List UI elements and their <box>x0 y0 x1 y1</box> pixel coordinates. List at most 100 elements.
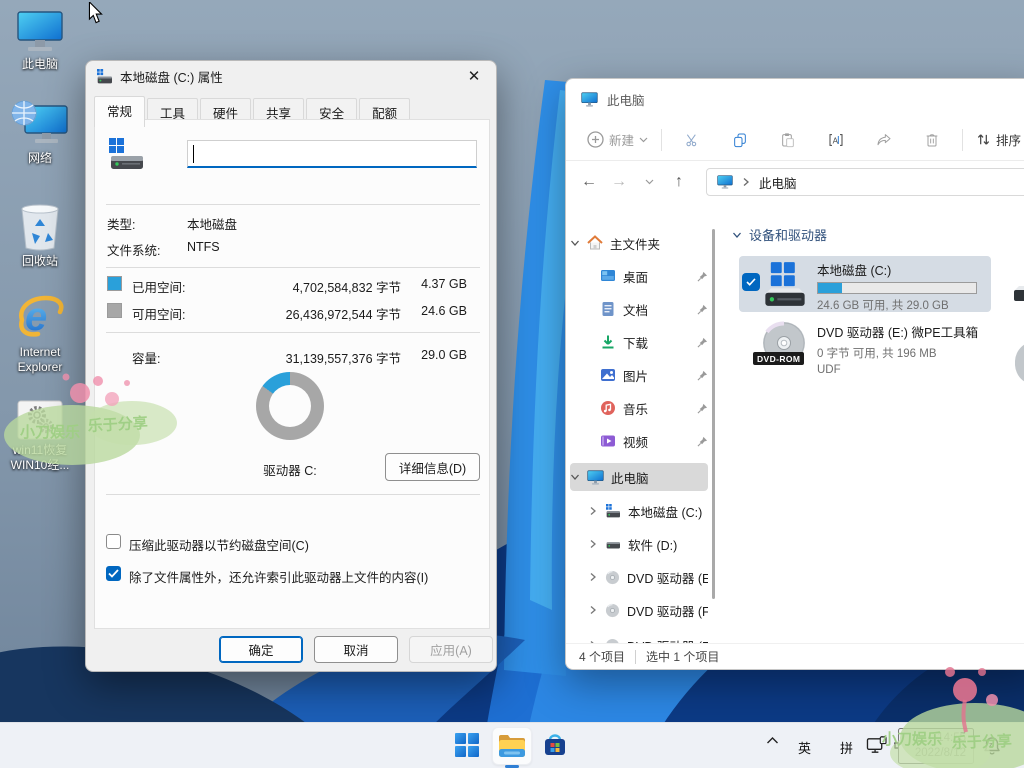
up-icon[interactable]: ↑ <box>664 172 694 192</box>
tile-checkbox[interactable] <box>742 273 760 291</box>
sidebar-item-drive-c[interactable]: 本地磁盘 (C:) <box>570 497 708 525</box>
network-tray-icon[interactable] <box>866 736 887 755</box>
index-checkbox[interactable] <box>106 566 121 581</box>
desktop-icon-network[interactable]: 网络 <box>0 100 80 166</box>
tray-chevron-up-icon[interactable] <box>760 735 785 746</box>
drive-icon <box>96 69 113 84</box>
videos-icon <box>600 433 616 449</box>
copy-button[interactable] <box>726 126 754 154</box>
drive-details: 0 字节 可用, 共 196 MB <box>817 345 978 361</box>
type-label: 类型: <box>107 214 135 233</box>
capacity-size: 29.0 GB <box>407 348 467 362</box>
document-icon <box>600 301 616 317</box>
desktop-icon-win11-restore[interactable]: win11恢复 WIN10经... <box>0 400 80 473</box>
chevron-right-icon[interactable] <box>588 605 598 615</box>
pin-icon <box>697 271 708 282</box>
notification-bell-icon[interactable]: z <box>982 736 1002 756</box>
desktop-icon-internet-explorer[interactable]: e Internet Explorer <box>0 290 80 375</box>
chevron-down-icon[interactable] <box>570 472 580 482</box>
new-button[interactable]: 新建 <box>580 125 655 154</box>
divider <box>661 129 662 151</box>
sidebar-item-label: 文档 <box>623 300 690 319</box>
sidebar-item-dvd-e[interactable]: DVD 驱动器 (E <box>570 563 708 591</box>
chevron-right-icon <box>741 177 751 187</box>
breadcrumb[interactable]: 此电脑 <box>759 173 797 192</box>
details-button[interactable]: 详细信息(D) <box>385 453 480 481</box>
start-button[interactable] <box>453 731 481 759</box>
close-icon[interactable]: ✕ <box>452 61 496 91</box>
share-button[interactable] <box>870 126 898 154</box>
tab-general[interactable]: 常规 <box>94 96 145 127</box>
sidebar-item-documents[interactable]: 文档 <box>570 295 708 323</box>
divider <box>106 494 480 495</box>
pin-icon <box>697 403 708 414</box>
capacity-bytes: 31,139,557,376 字节 <box>255 348 401 367</box>
file-explorer-icon <box>498 733 526 759</box>
chevron-down-icon <box>639 137 648 143</box>
sidebar-item-desktop[interactable]: 桌面 <box>570 262 708 290</box>
sidebar-item-videos[interactable]: 视频 <box>570 427 708 455</box>
volume-label-input[interactable] <box>187 140 477 168</box>
desktop-icon-recycle-bin[interactable]: 回收站 <box>0 203 80 269</box>
forward-icon[interactable]: → <box>604 172 634 192</box>
address-bar[interactable]: 此电脑 <box>706 168 1024 196</box>
ime-latin-indicator[interactable]: 英 <box>792 737 817 758</box>
divider <box>635 650 636 664</box>
chevron-right-icon[interactable] <box>588 506 598 516</box>
explorer-titlebar[interactable]: 此电脑 <box>566 79 1024 119</box>
dialog-titlebar[interactable]: 本地磁盘 (C:) 属性 <box>86 61 496 91</box>
cancel-button[interactable]: 取消 <box>314 636 398 663</box>
devices-section-header[interactable]: 设备和驱动器 <box>732 225 827 244</box>
cut-button[interactable] <box>678 126 706 154</box>
sidebar-item-label: 音乐 <box>623 399 690 418</box>
this-pc-icon <box>14 10 66 54</box>
sort-arrows-icon <box>976 132 991 147</box>
sidebar-item-this-pc[interactable]: 此电脑 <box>570 463 708 491</box>
drive-large-icon <box>107 136 145 170</box>
sidebar-item-dvd-f[interactable]: DVD 驱动器 (F <box>570 596 708 624</box>
home-icon <box>587 235 603 251</box>
gears-setup-icon <box>17 400 63 440</box>
sidebar-item-home[interactable]: 主文件夹 <box>570 229 708 257</box>
compress-checkbox-label[interactable]: 压缩此驱动器以节约磁盘空间(C) <box>129 535 309 554</box>
sort-button[interactable]: 排序 <box>969 125 1024 154</box>
this-pc-icon <box>587 470 604 485</box>
cut-icon <box>684 130 700 150</box>
sidebar-item-downloads[interactable]: 下载 <box>570 328 708 356</box>
apply-button[interactable]: 应用(A) <box>409 636 493 663</box>
items-count: 4 个项目 <box>579 648 625 665</box>
drive-tile-dvd-e[interactable]: DVD-ROM DVD 驱动器 (E:) 微PE工具箱 0 字节 可用, 共 1… <box>739 316 991 372</box>
chevron-down-icon[interactable] <box>570 238 580 248</box>
rename-button[interactable]: A <box>822 126 850 154</box>
ok-button[interactable]: 确定 <box>219 636 303 663</box>
divider <box>962 129 963 151</box>
paste-button[interactable] <box>774 126 802 154</box>
divider <box>106 267 480 268</box>
store-taskbar-button[interactable] <box>541 731 569 759</box>
back-icon[interactable]: ← <box>574 172 604 192</box>
clock[interactable]: 14:55 2022/8/12 <box>898 728 974 764</box>
history-chevron-icon[interactable] <box>634 178 664 186</box>
sidebar-scrollbar[interactable] <box>712 229 715 599</box>
index-checkbox-label[interactable]: 除了文件属性外，还允许索引此驱动器上文件的内容(I) <box>129 567 428 586</box>
used-size: 4.37 GB <box>407 277 467 291</box>
ime-pinyin-indicator[interactable]: 拼 <box>834 737 859 758</box>
chevron-right-icon[interactable] <box>588 572 598 582</box>
drive-usage-bar <box>817 282 977 294</box>
sidebar-item-music[interactable]: 音乐 <box>570 394 708 422</box>
drive-name: 本地磁盘 (C:) <box>817 260 977 279</box>
drive-tile-c[interactable]: 本地磁盘 (C:) 24.6 GB 可用, 共 29.0 GB <box>739 256 991 312</box>
file-explorer-taskbar-button[interactable] <box>492 727 532 765</box>
delete-button[interactable] <box>918 126 946 154</box>
sidebar-item-label: 主文件夹 <box>610 234 708 253</box>
check-icon <box>746 278 756 286</box>
desktop-icon-this-pc[interactable]: 此电脑 <box>0 10 80 72</box>
this-pc-icon <box>717 175 733 189</box>
compress-checkbox[interactable] <box>106 534 121 549</box>
sidebar-item-pictures[interactable]: 图片 <box>570 361 708 389</box>
chevron-right-icon[interactable] <box>588 539 598 549</box>
pin-icon <box>697 370 708 381</box>
sidebar-item-drive-d[interactable]: 软件 (D:) <box>570 530 708 558</box>
sort-button-label: 排序 <box>996 130 1021 149</box>
desktop-icon-label: 此电脑 <box>0 57 80 72</box>
